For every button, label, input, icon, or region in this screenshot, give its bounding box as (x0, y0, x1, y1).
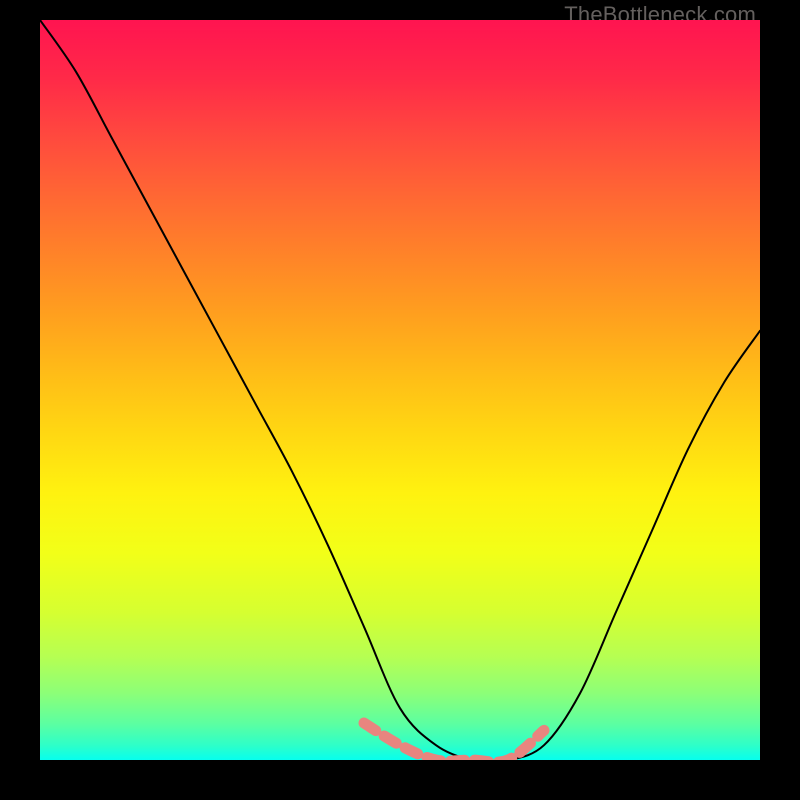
series-main-curve (40, 20, 760, 760)
chart-svg (40, 20, 760, 760)
plot-area (40, 20, 760, 760)
chart-container: TheBottleneck.com (0, 0, 800, 800)
